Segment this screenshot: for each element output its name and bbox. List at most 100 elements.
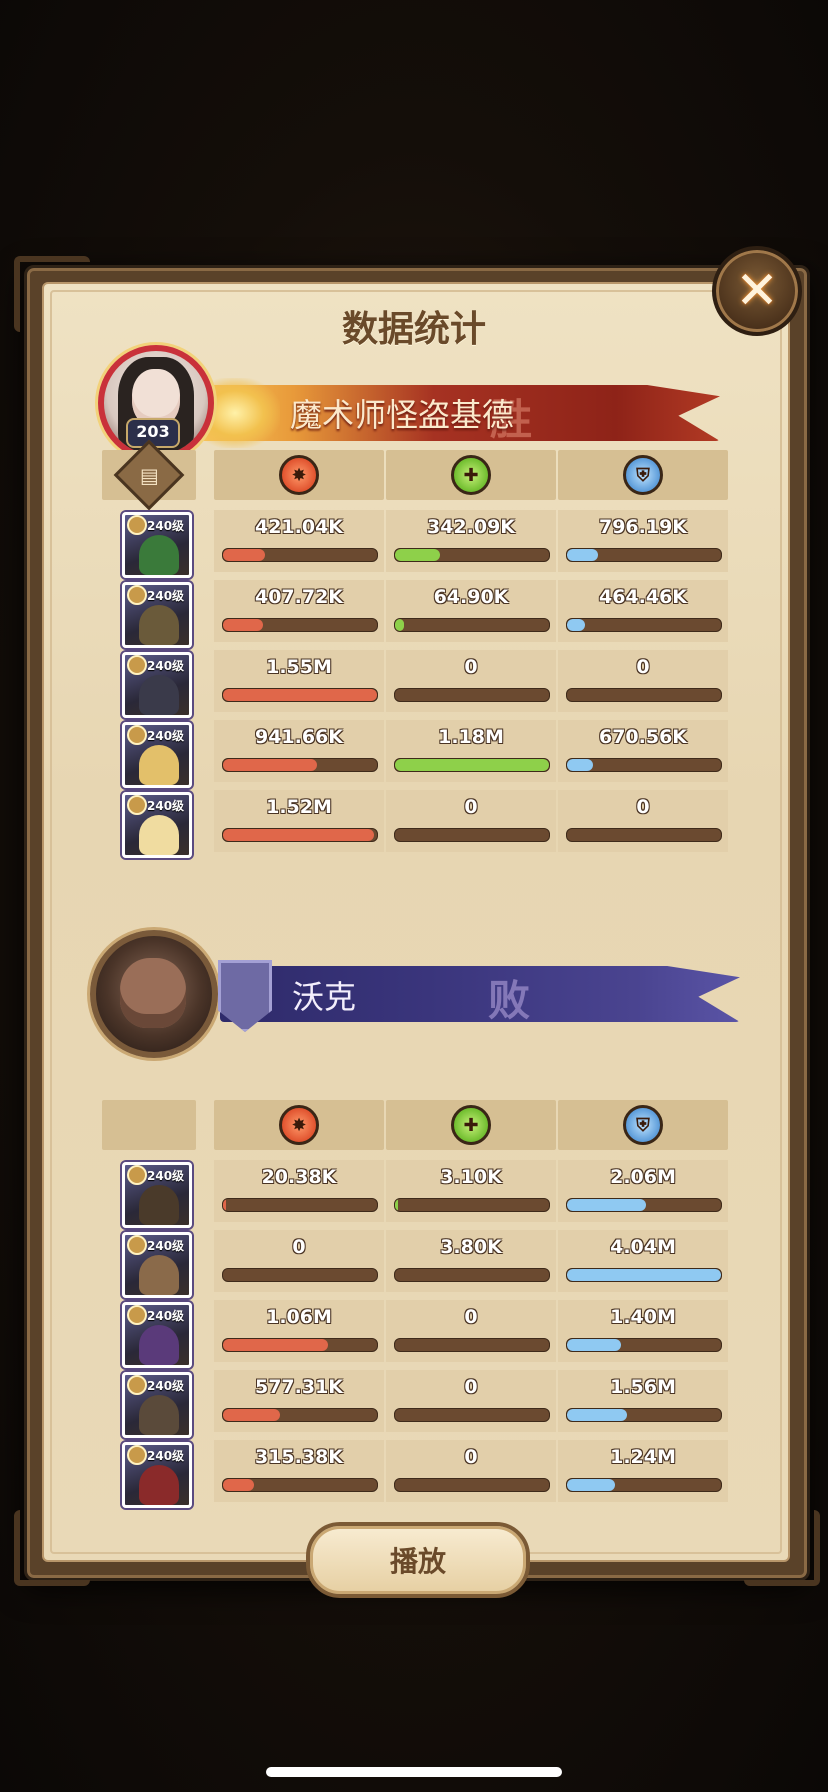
stat-cell-damage: 577.31K xyxy=(214,1370,384,1432)
hero-portrait[interactable]: 240级 xyxy=(122,582,192,648)
stat-cell-damage: 315.38K xyxy=(214,1440,384,1502)
hero-figure xyxy=(139,1255,179,1295)
stat-bar-fill-healing xyxy=(395,1199,399,1211)
stat-bar-fill-shield xyxy=(567,1479,615,1491)
stat-bar-shield xyxy=(566,548,722,562)
faction-icon xyxy=(127,585,147,605)
header-cell-healing: ✚ xyxy=(386,450,556,500)
stat-value-damage: 1.52M xyxy=(266,796,332,818)
stat-bar-healing xyxy=(394,618,550,632)
stat-bar-damage xyxy=(222,1268,378,1282)
hero-portrait[interactable]: 240级 xyxy=(122,1372,192,1438)
close-button[interactable]: ✕ xyxy=(712,246,802,336)
faction-icon xyxy=(127,1445,147,1465)
damage-icon: ✸ xyxy=(279,455,319,495)
faction-icon xyxy=(127,1375,147,1395)
hero-level: 240级 xyxy=(147,1379,185,1393)
stat-bar-healing xyxy=(394,1338,550,1352)
stat-bar-fill-shield xyxy=(567,549,598,561)
stat-bar-shield xyxy=(566,1338,722,1352)
hero-portrait[interactable]: 240级 xyxy=(122,1232,192,1298)
header-cell-damage: ✸ xyxy=(214,450,384,500)
hero-level: 240级 xyxy=(147,519,185,533)
stat-value-healing: 64.90K xyxy=(433,586,509,608)
stat-value-damage: 315.38K xyxy=(254,1446,344,1468)
stat-bar-fill-damage xyxy=(223,1339,328,1351)
healing-icon: ✚ xyxy=(451,1105,491,1145)
page-title: 数据统计 xyxy=(341,309,486,350)
header-cell-healing: ✚ xyxy=(386,1100,556,1150)
faction-icon xyxy=(127,515,147,535)
stat-bar-damage xyxy=(222,828,378,842)
faction-icon xyxy=(127,1235,147,1255)
stat-bar-fill-shield xyxy=(567,1199,646,1211)
stat-bar-shield xyxy=(566,758,722,772)
hero-portrait[interactable]: 240级 xyxy=(122,512,192,578)
stat-value-healing: 342.09K xyxy=(426,516,516,538)
stat-bar-healing xyxy=(394,688,550,702)
hero-portrait[interactable]: 240级 xyxy=(122,1162,192,1228)
stats-header-row: ✸ ✚ ⛨ xyxy=(102,1100,728,1150)
battle-log-glyph: ▤ xyxy=(139,463,159,487)
hero-stat-row: 240级 0 3.80K 4.04M xyxy=(102,1230,728,1298)
header-cell-log xyxy=(102,1100,196,1150)
stat-value-healing: 1.18M xyxy=(438,726,504,748)
stat-value-damage: 0 xyxy=(292,1236,306,1258)
hero-portrait[interactable]: 240级 xyxy=(122,1302,192,1368)
hero-portrait[interactable]: 240级 xyxy=(122,652,192,718)
home-indicator[interactable] xyxy=(266,1767,562,1777)
hero-portrait[interactable]: 240级 xyxy=(122,792,192,858)
stat-bar-fill-damage xyxy=(223,829,374,841)
loser-player-name: 沃克 xyxy=(292,978,357,1016)
header-cell-damage: ✸ xyxy=(214,1100,384,1150)
stat-cell-damage: 941.66K xyxy=(214,720,384,782)
stat-value-healing: 3.80K xyxy=(440,1236,502,1258)
stat-cell-healing: 0 xyxy=(386,1440,556,1502)
hero-figure xyxy=(139,1325,179,1365)
stat-value-shield: 0 xyxy=(636,656,650,678)
stat-value-damage: 941.66K xyxy=(254,726,344,748)
hero-figure xyxy=(139,815,179,855)
stat-bar-shield xyxy=(566,618,722,632)
hero-level: 240级 xyxy=(147,659,185,673)
stat-bar-fill-healing xyxy=(395,549,440,561)
stat-cell-damage: 0 xyxy=(214,1230,384,1292)
stat-bar-shield xyxy=(566,1408,722,1422)
faction-icon xyxy=(127,655,147,675)
hero-stat-row: 240级 1.55M 0 0 xyxy=(102,650,728,718)
frame-corner-ornament xyxy=(14,1510,90,1586)
battle-log-icon[interactable]: ▤ xyxy=(113,439,185,511)
hero-figure xyxy=(139,605,179,645)
stat-bar-fill-healing xyxy=(395,619,405,631)
stat-value-shield: 1.56M xyxy=(610,1376,676,1398)
stat-bar-healing xyxy=(394,758,550,772)
loser-avatar[interactable] xyxy=(90,930,218,1058)
damage-icon: ✸ xyxy=(279,1105,319,1145)
stat-value-shield: 0 xyxy=(636,796,650,818)
stat-bar-healing xyxy=(394,828,550,842)
avatar-beast-face xyxy=(120,958,186,1028)
hero-portrait[interactable]: 240级 xyxy=(122,1442,192,1508)
hero-portrait[interactable]: 240级 xyxy=(122,722,192,788)
hero-figure xyxy=(139,1395,179,1435)
stat-bar-healing xyxy=(394,548,550,562)
stat-value-healing: 0 xyxy=(464,1376,478,1398)
hero-figure xyxy=(139,675,179,715)
stat-cell-shield: 796.19K xyxy=(558,510,728,572)
stat-cell-healing: 0 xyxy=(386,790,556,852)
play-replay-button[interactable]: 播放 xyxy=(306,1522,530,1598)
stat-bar-fill-healing xyxy=(395,759,549,771)
hero-level: 240级 xyxy=(147,1309,185,1323)
defeat-stamp: 败 xyxy=(488,976,531,1025)
stat-cell-healing: 0 xyxy=(386,1300,556,1362)
close-icon[interactable]: ✕ xyxy=(735,265,779,317)
stat-cell-damage: 20.38K xyxy=(214,1160,384,1222)
stat-cell-damage: 421.04K xyxy=(214,510,384,572)
stat-value-damage: 20.38K xyxy=(261,1166,337,1188)
header-cell-log: ▤ xyxy=(102,439,196,511)
stat-value-shield: 464.46K xyxy=(598,586,688,608)
hero-stat-row: 240级 315.38K 0 1.24M xyxy=(102,1440,728,1508)
stat-bar-fill-shield xyxy=(567,1269,721,1281)
hero-stat-row: 240级 20.38K 3.10K 2.06M xyxy=(102,1160,728,1228)
stat-cell-healing: 0 xyxy=(386,1370,556,1432)
